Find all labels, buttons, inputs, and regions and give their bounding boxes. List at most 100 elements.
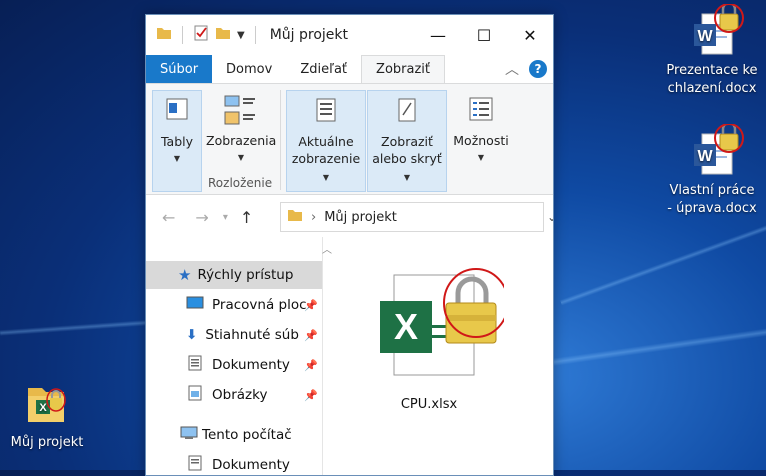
quick-access-toolbar: ▼ Můj projekt [146,25,348,45]
chevron-down-icon: ▼ [477,153,485,162]
chevron-down-icon: ▼ [322,173,330,182]
nav-label: Dokumenty [212,457,290,473]
panes-icon [153,97,201,125]
maximize-button[interactable]: ☐ [461,15,507,55]
nav-label: Pracovná ploc [212,297,307,313]
panes-button[interactable]: Tably ▼ [152,90,202,192]
svg-text:X: X [39,402,47,414]
folder-icon [287,207,303,227]
tab-zobrazit[interactable]: Zobraziť [361,55,446,83]
desktop-icon [186,296,204,314]
up-arrow-icon[interactable]: ↑ [240,208,253,227]
recent-chevron-icon[interactable]: ▾ [223,212,228,223]
layouts-label: Zobrazenia [206,133,277,148]
document-icon [188,355,202,375]
panes-label: Tably [160,134,194,149]
desktop-icon-muj-projekt[interactable]: X Můj projekt [0,378,102,452]
forward-arrow-icon[interactable]: → [195,208,208,227]
nav-item-quick-access[interactable]: ★ Rýchly prístup [146,261,322,289]
new-folder-icon[interactable] [215,25,231,45]
desktop-icon-vlastni-prace[interactable]: W Vlastní práce - úprava.docx [657,121,766,218]
word-document-icon: W [690,121,744,176]
desktop-icon-label: Prezentace ke chlazení.docx [666,63,758,96]
nav-label: Stiahnuté súb [205,327,299,343]
window-title: Můj projekt [269,27,348,43]
nav-label: Rýchly prístup [197,267,294,283]
nav-item-desktop[interactable]: Pracovná ploc 📌 [146,291,322,319]
word-document-icon: W [690,1,744,56]
nav-label: Obrázky [212,387,268,403]
nav-item-pictures[interactable]: Obrázky 📌 [146,381,322,409]
chevron-down-icon: ▼ [237,153,245,162]
tab-domov[interactable]: Domov [212,55,286,83]
current-view-label-1: Aktuálne [298,134,354,149]
layout-icon [206,92,276,132]
nav-item-this-pc-documents[interactable]: Dokumenty [146,451,322,475]
group-divider [280,90,281,190]
chevron-down-icon[interactable]: ▼ [237,30,245,41]
svg-text:W: W [697,28,713,45]
nav-label: Tento počítač [202,427,292,443]
pin-icon[interactable]: 📌 [304,329,318,342]
address-bar-row: ← → ▾ ↑ › Můj projekt ⌄ [146,195,553,239]
collapse-ribbon-icon[interactable]: ︿ [505,59,519,79]
address-dropdown-icon[interactable]: ⌄ [547,210,553,224]
pin-icon[interactable]: 📌 [304,359,318,372]
address-path: Můj projekt [324,209,397,225]
file-item-cpu-xlsx[interactable]: X CPU.xlsx [374,265,509,412]
desktop-icon-label: Můj projekt [10,435,84,450]
chevron-down-icon: ▼ [403,173,411,182]
properties-icon[interactable] [193,25,209,45]
separator [182,26,183,44]
options-button[interactable]: Možnosti ▼ [450,90,512,190]
content-area: ★ Rýchly prístup Pracovná ploc 📌 ⬇ Stiah… [146,237,553,475]
file-name: CPU.xlsx [400,397,458,412]
desktop-icon-prezentace[interactable]: W Prezentace ke chlazení.docx [657,1,766,98]
computer-icon [180,426,198,444]
nav-item-this-pc[interactable]: Tento počítač [146,421,322,449]
wallpaper-beam [540,315,766,368]
current-view-icon [287,97,365,127]
document-icon [188,455,202,475]
current-view-button[interactable]: Aktuálne zobrazenie ▼ [286,90,366,192]
file-list: X CPU.xlsx [328,237,553,475]
excel-locked-file-icon: X [374,265,509,389]
pane-divider [322,237,323,475]
nav-item-downloads[interactable]: ⬇ Stiahnuté súb 📌 [146,321,322,349]
star-icon: ★ [178,266,192,284]
file-explorer-window: ▼ Můj projekt — ☐ ✕ Súbor Domov Zdieľať … [145,14,554,476]
back-arrow-icon[interactable]: ← [162,208,175,227]
tab-zdielat[interactable]: Zdieľať [286,55,361,83]
current-view-label-2: zobrazenie [291,151,361,166]
separator [254,26,256,44]
download-arrow-icon: ⬇ [186,327,198,343]
tab-subor[interactable]: Súbor [146,55,213,83]
pin-icon[interactable]: 📌 [304,299,318,312]
show-hide-label-2: alebo skryť [372,151,442,166]
pictures-icon [188,385,202,405]
group-label-layout: Rozloženie [208,176,273,190]
navigation-pane: ★ Rýchly prístup Pracovná ploc 📌 ⬇ Stiah… [146,237,326,475]
folder-icon: X [22,378,72,428]
help-icon[interactable]: ? [529,60,547,78]
ribbon: Tably ▼ Zobrazenia ▼ Rozloženie Aktuálne… [146,84,553,195]
minimize-button[interactable]: — [415,15,461,55]
layouts-button[interactable]: Zobrazenia ▼ [206,90,277,162]
chevron-down-icon: ▼ [173,154,181,163]
ribbon-tabs: Súbor Domov Zdieľať Zobraziť ︿ ? [146,55,553,84]
close-button[interactable]: ✕ [507,15,553,55]
window-controls: — ☐ ✕ [415,15,553,55]
svg-text:X: X [394,306,418,347]
nav-item-documents[interactable]: Dokumenty 📌 [146,351,322,379]
nav-label: Dokumenty [212,357,290,373]
pin-icon[interactable]: 📌 [304,389,318,402]
address-box[interactable]: › Můj projekt ⌄ [280,202,553,232]
title-bar: ▼ Můj projekt — ☐ ✕ [146,15,553,55]
show-hide-label-1: Zobraziť [381,134,433,149]
options-label: Možnosti [453,133,509,148]
show-hide-icon [368,97,446,127]
svg-text:W: W [697,148,713,165]
show-hide-button[interactable]: Zobraziť alebo skryť ▼ [367,90,447,192]
chevron-right-icon: › [311,209,317,225]
desktop-icon-label: Vlastní práce - úprava.docx [667,183,757,216]
